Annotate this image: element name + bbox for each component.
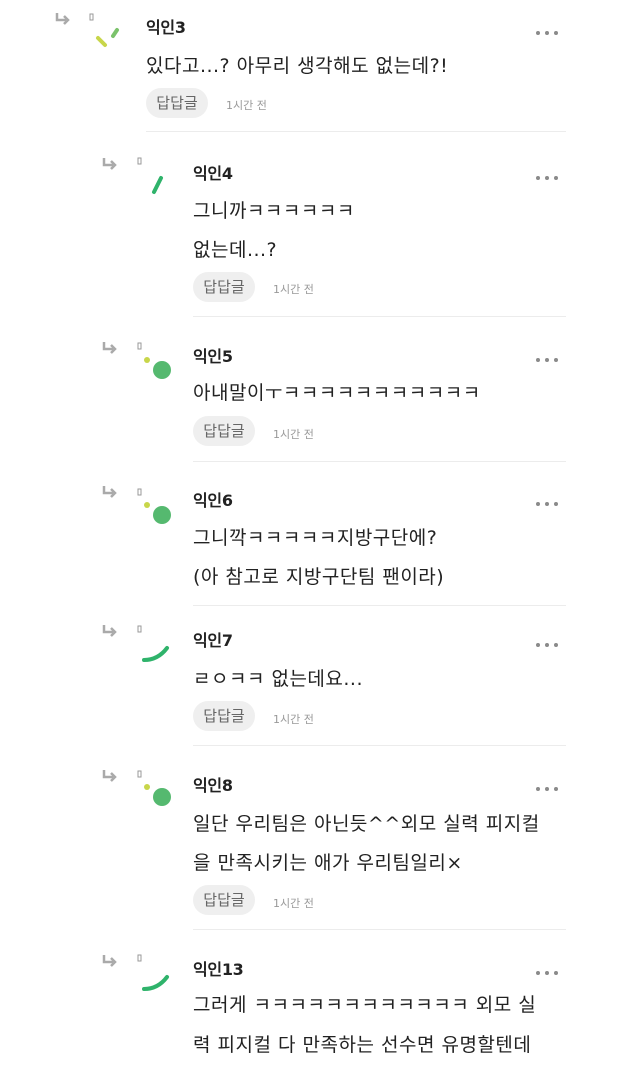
comment-text: 일단 우리팀은 아닌듯^^외모 실력 피지컬 — [193, 813, 540, 835]
author-name: 익인4 — [193, 164, 233, 183]
reply-arrow-icon — [102, 625, 117, 637]
timestamp: 1시간 전 — [273, 428, 314, 441]
reply-arrow-icon — [102, 486, 117, 498]
timestamp: 1시간 전 — [226, 99, 267, 112]
comment-text: 그러게 ㅋㅋㅋㅋㅋㅋㅋㅋㅋㅋㅋㅋ 외모 실 — [193, 994, 537, 1016]
reply-arrow-icon — [102, 342, 117, 354]
avatar — [137, 954, 169, 991]
comment-text: 아내말이ㅜㅋㅋㅋㅋㅋㅋㅋㅋㅋㅋㅋ — [193, 382, 481, 404]
reply-button[interactable]: 답답글 — [193, 885, 255, 915]
divider — [146, 131, 566, 132]
comment-text: 을 만족시키는 애가 우리팀일리× — [193, 852, 463, 874]
reply-arrow-icon — [102, 770, 117, 782]
more-options-icon[interactable] — [536, 28, 562, 38]
comment-text: 그니까ㅋㅋㅋㅋㅋㅋ — [193, 200, 355, 222]
avatar — [137, 342, 171, 379]
more-options-icon[interactable] — [536, 173, 562, 183]
comment-text: 있다고...? 아무리 생각해도 없는데?! — [146, 55, 449, 77]
comment-text: ㄹㅇㅋㅋ 없는데요... — [193, 668, 363, 690]
avatar — [137, 625, 169, 662]
timestamp: 1시간 전 — [273, 713, 314, 726]
avatar — [137, 770, 171, 806]
comment-text: 그니깍ㅋㅋㅋㅋㅋ지방구단에? — [193, 527, 438, 549]
more-options-icon[interactable] — [536, 968, 562, 978]
author-name: 익인8 — [193, 776, 233, 795]
divider — [193, 316, 566, 317]
reply-arrow-icon — [102, 955, 117, 967]
more-options-icon[interactable] — [536, 499, 562, 509]
author-name: 익인5 — [193, 347, 233, 366]
reply-button[interactable]: 답답글 — [193, 416, 255, 446]
author-name: 익인13 — [193, 960, 244, 979]
divider — [193, 605, 566, 606]
avatar — [137, 488, 171, 524]
more-options-icon[interactable] — [536, 784, 562, 794]
divider — [193, 745, 566, 746]
reply-button[interactable]: 답답글 — [193, 701, 255, 731]
more-options-icon[interactable] — [536, 355, 562, 365]
author-name: 익인3 — [146, 18, 186, 37]
avatar — [89, 13, 119, 47]
comment-text: 력 피지컬 다 만족하는 선수면 유명할텐데 — [193, 1034, 532, 1056]
timestamp: 1시간 전 — [273, 283, 314, 296]
comment-text: (아 참고로 지방구단팀 팬이라) — [193, 566, 445, 588]
reply-arrow-icon — [102, 158, 117, 170]
avatar — [137, 157, 163, 194]
divider — [193, 461, 566, 462]
reply-arrow-icon — [55, 13, 70, 25]
author-name: 익인6 — [193, 491, 233, 510]
reply-button[interactable]: 답답글 — [193, 272, 255, 302]
reply-button[interactable]: 답답글 — [146, 88, 208, 118]
more-options-icon[interactable] — [536, 640, 562, 650]
author-name: 익인7 — [193, 631, 233, 650]
divider — [193, 929, 566, 930]
timestamp: 1시간 전 — [273, 897, 314, 910]
comment-text: 없는데...? — [193, 239, 278, 261]
